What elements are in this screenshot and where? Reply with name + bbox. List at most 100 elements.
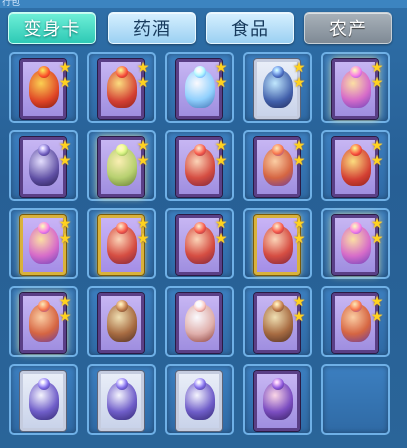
star-icon: ★ (370, 216, 384, 232)
white-priestess-card-icon[interactable] (176, 293, 222, 353)
purple-warrior-card-icon[interactable] (20, 371, 66, 431)
card-portrait (341, 226, 371, 264)
inventory-slot[interactable] (243, 364, 312, 435)
star-rating: ★ ★ (292, 295, 308, 325)
star-icon: ★ (292, 294, 306, 310)
inventory-slot[interactable]: ★ ★ (87, 208, 156, 279)
card-portrait (185, 304, 215, 342)
star-icon: ★ (136, 216, 150, 232)
star-rating: ★ ★ (214, 217, 230, 247)
card-portrait (29, 226, 59, 264)
star-rating: ★ ★ (370, 61, 386, 91)
card-portrait (107, 304, 137, 342)
star-icon: ★ (136, 231, 150, 247)
inventory-slot[interactable]: ★ ★ (243, 208, 312, 279)
tab-food[interactable]: 食品 (206, 12, 294, 44)
inventory-slot[interactable]: ★ ★ (9, 208, 78, 279)
star-icon: ★ (136, 138, 150, 154)
empty-inventory-slot[interactable] (321, 364, 390, 435)
inventory-slot[interactable]: ★ ★ (321, 52, 390, 123)
inventory-slot[interactable]: ★ ★ (9, 286, 78, 357)
card-portrait (263, 226, 293, 264)
purple-warrior-card-icon[interactable] (98, 371, 144, 431)
star-icon: ★ (214, 138, 228, 154)
inventory-slot[interactable]: ★ ★ (243, 286, 312, 357)
star-icon: ★ (214, 216, 228, 232)
star-icon: ★ (292, 138, 306, 154)
card-portrait (107, 226, 137, 264)
card-portrait (341, 70, 371, 108)
inventory-slot[interactable] (165, 286, 234, 357)
purple-warrior-card-icon[interactable] (176, 371, 222, 431)
star-rating: ★ ★ (58, 139, 74, 169)
inventory-slot[interactable]: ★ ★ (9, 130, 78, 201)
card-portrait (185, 70, 215, 108)
tab-medicine-wine[interactable]: 药酒 (108, 12, 196, 44)
inventory-slot[interactable]: ★ ★ (87, 130, 156, 201)
star-rating: ★ ★ (292, 217, 308, 247)
star-icon: ★ (370, 138, 384, 154)
window-title-fragment: 行包 (2, 0, 21, 8)
inventory-slot[interactable]: ★ ★ (165, 130, 234, 201)
star-icon: ★ (370, 75, 384, 91)
inventory-slot[interactable]: ★ ★ (165, 52, 234, 123)
star-icon: ★ (292, 216, 306, 232)
star-rating: ★ ★ (136, 61, 152, 91)
star-icon: ★ (214, 153, 228, 169)
star-icon: ★ (292, 60, 306, 76)
star-rating: ★ ★ (370, 139, 386, 169)
inventory-slot[interactable]: ★ ★ (87, 52, 156, 123)
star-rating: ★ ★ (292, 139, 308, 169)
inventory-slot[interactable]: ★ ★ (321, 286, 390, 357)
star-icon: ★ (214, 231, 228, 247)
inventory-slot[interactable]: ★ ★ (165, 208, 234, 279)
inventory-slot[interactable]: ★ ★ (321, 208, 390, 279)
star-rating: ★ ★ (58, 61, 74, 91)
star-icon: ★ (136, 153, 150, 169)
star-icon: ★ (214, 60, 228, 76)
card-portrait (29, 382, 59, 420)
star-icon: ★ (136, 60, 150, 76)
tab-transform-card[interactable]: 变身卡 (8, 12, 96, 44)
star-rating: ★ ★ (370, 295, 386, 325)
category-tabs: 变身卡 药酒 食品 农产 (8, 12, 403, 46)
card-portrait (107, 382, 137, 420)
inventory-slot[interactable]: ★ ★ (321, 130, 390, 201)
inventory-slot[interactable]: ★ ★ (243, 52, 312, 123)
star-icon: ★ (58, 75, 72, 91)
card-portrait (263, 304, 293, 342)
star-icon: ★ (370, 309, 384, 325)
card-portrait (341, 148, 371, 186)
star-rating: ★ ★ (292, 61, 308, 91)
inventory-slot[interactable]: ★ ★ (9, 52, 78, 123)
inventory-slot[interactable] (9, 364, 78, 435)
star-icon: ★ (58, 138, 72, 154)
card-portrait (29, 148, 59, 186)
star-icon: ★ (58, 153, 72, 169)
card-portrait (185, 226, 215, 264)
star-icon: ★ (370, 60, 384, 76)
armored-knight-card-icon[interactable] (98, 293, 144, 353)
inventory-slot[interactable]: ★ ★ (243, 130, 312, 201)
star-rating: ★ ★ (136, 217, 152, 247)
card-portrait (263, 148, 293, 186)
star-rating: ★ ★ (214, 61, 230, 91)
tab-farm-produce[interactable]: 农产 (304, 12, 392, 44)
card-portrait (341, 304, 371, 342)
star-icon: ★ (214, 75, 228, 91)
inventory-slot[interactable] (165, 364, 234, 435)
star-icon: ★ (58, 309, 72, 325)
star-icon: ★ (58, 294, 72, 310)
star-icon: ★ (292, 75, 306, 91)
star-rating: ★ ★ (214, 139, 230, 169)
dancer-card-icon[interactable] (254, 371, 300, 431)
inventory-slot[interactable] (87, 364, 156, 435)
card-portrait (29, 70, 59, 108)
star-icon: ★ (370, 294, 384, 310)
star-icon: ★ (292, 153, 306, 169)
star-rating: ★ ★ (136, 139, 152, 169)
star-icon: ★ (136, 75, 150, 91)
card-portrait (263, 70, 293, 108)
card-portrait (185, 382, 215, 420)
inventory-slot[interactable] (87, 286, 156, 357)
